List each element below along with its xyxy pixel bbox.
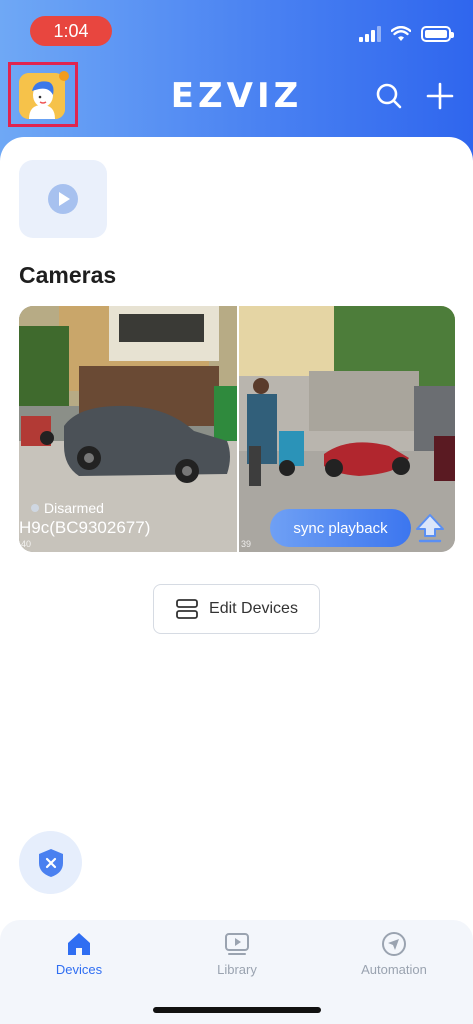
navigation-icon <box>382 932 406 956</box>
shield-icon <box>38 848 63 877</box>
play-icon <box>48 184 78 214</box>
sync-playback-button[interactable]: sync playback <box>270 509 411 547</box>
tab-automation[interactable]: Automation <box>334 930 454 977</box>
tab-automation-label: Automation <box>361 962 427 977</box>
camera-thumbnail-1[interactable]: Disarmed H9c(BC9302677) 40 <box>19 306 237 552</box>
camera-status: Disarmed <box>31 500 104 516</box>
camera-timestamp: 39 <box>241 539 252 549</box>
tab-devices[interactable]: Devices <box>19 930 139 977</box>
tab-library-label: Library <box>217 962 257 977</box>
security-shield-button[interactable] <box>19 831 82 894</box>
battery-icon <box>421 26 454 42</box>
search-icon[interactable] <box>373 80 405 112</box>
video-library-icon <box>225 933 249 955</box>
add-icon[interactable] <box>424 80 456 112</box>
home-icon <box>68 933 90 955</box>
cameras-section-title: Cameras <box>19 262 117 288</box>
wifi-icon <box>391 26 411 41</box>
upload-icon[interactable] <box>414 512 446 544</box>
tab-devices-label: Devices <box>55 962 103 977</box>
list-icon <box>176 599 198 619</box>
camera-timestamp: 40 <box>21 539 32 549</box>
status-time: 1:04 <box>30 16 112 46</box>
playback-tile-button[interactable] <box>19 160 107 238</box>
camera-status-label: Disarmed <box>44 500 104 516</box>
status-dot <box>31 504 39 512</box>
status-icons <box>359 26 454 42</box>
edit-devices-button[interactable]: Edit Devices <box>153 584 320 634</box>
home-indicator <box>153 1007 321 1013</box>
tab-library[interactable]: Library <box>177 930 297 977</box>
camera-name: H9c(BC9302677) <box>19 518 151 537</box>
cellular-signal-icon <box>359 26 381 42</box>
edit-devices-label: Edit Devices <box>209 600 298 617</box>
